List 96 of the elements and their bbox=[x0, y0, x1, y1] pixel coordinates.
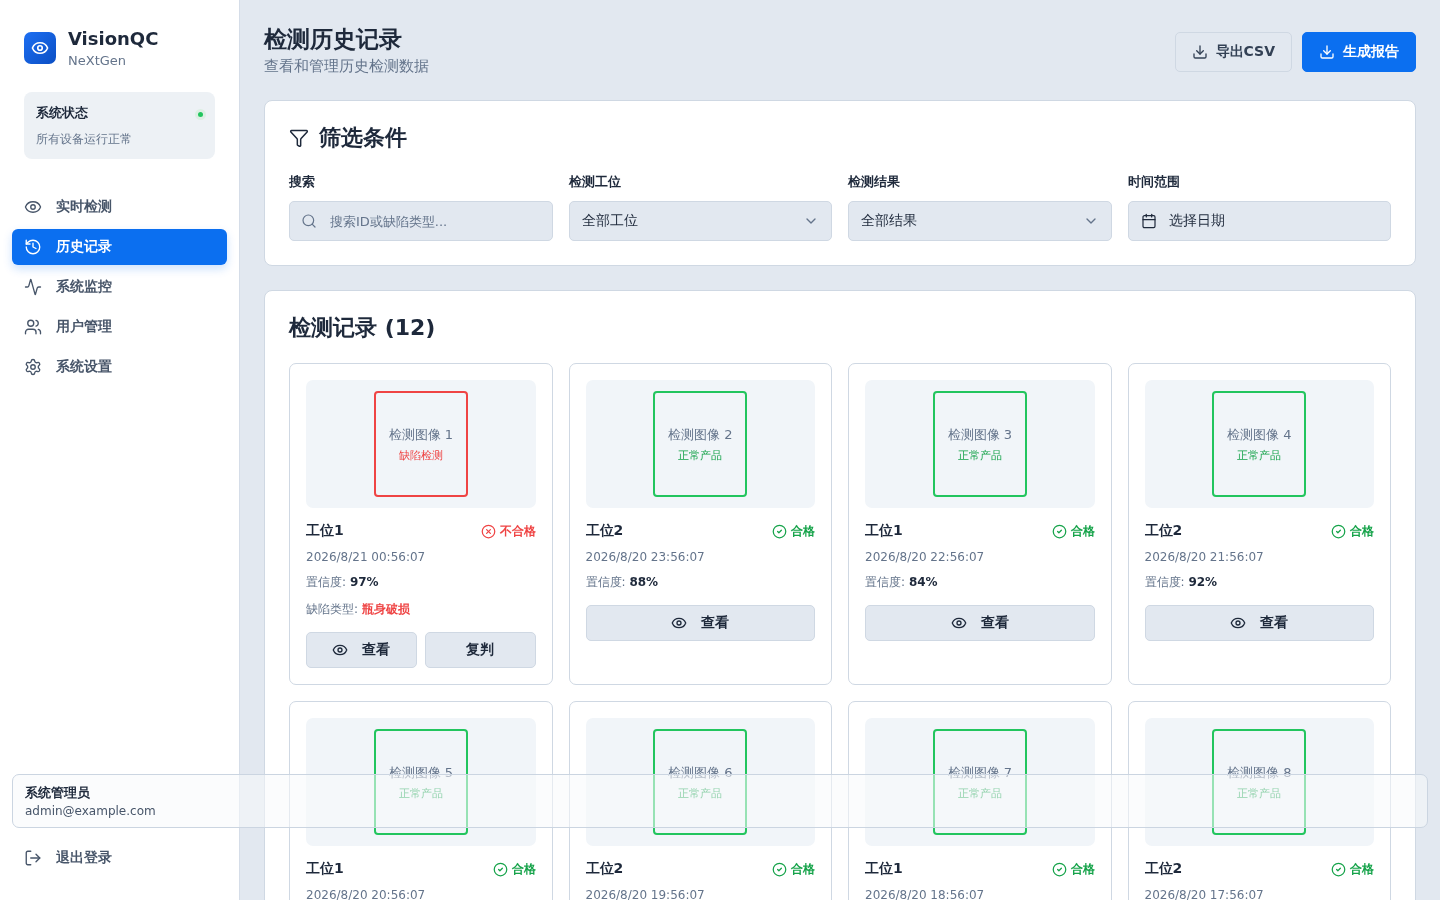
select-field[interactable]: 全部结果 bbox=[848, 201, 1112, 241]
station-name: 工位2 bbox=[1144, 860, 1183, 878]
logout-icon bbox=[24, 849, 42, 867]
image-label: 检测图像 4 bbox=[1227, 425, 1292, 444]
record-time: 2026/8/20 20:56:07 bbox=[306, 888, 427, 900]
image-tag: 正常产品 bbox=[1237, 447, 1282, 463]
image-tag: 缺陷检测 bbox=[398, 447, 443, 463]
view-button[interactable]: 查看 bbox=[865, 605, 1095, 641]
result-label: 合格 bbox=[1051, 522, 1095, 540]
record-time: 2026/8/20 21:56:07 bbox=[1144, 550, 1265, 564]
record-time: 2026/8/20 19:56:07 bbox=[585, 888, 706, 900]
page-title: 检测历史记录 bbox=[264, 25, 403, 54]
field-label: 检测工位 bbox=[568, 173, 622, 191]
search-icon bbox=[301, 213, 317, 229]
eye-icon bbox=[671, 615, 688, 631]
brand-subtitle: NeXtGen bbox=[68, 53, 128, 68]
eye-icon bbox=[1230, 615, 1247, 631]
station-name: 工位1 bbox=[306, 860, 344, 878]
field-label: 搜索 bbox=[289, 173, 316, 191]
check-icon bbox=[492, 861, 508, 877]
station-name: 工位1 bbox=[306, 522, 344, 540]
station-name: 工位2 bbox=[585, 522, 624, 540]
report-button[interactable]: 生成报告 bbox=[1302, 32, 1416, 72]
pulse-icon bbox=[24, 278, 42, 296]
station-name: 工位1 bbox=[865, 860, 903, 878]
record-time: 2026/8/20 17:56:07 bbox=[1144, 888, 1265, 900]
record-time: 2026/8/20 23:56:07 bbox=[585, 550, 706, 564]
check-icon bbox=[772, 523, 787, 539]
user-email: admin@example.com bbox=[25, 804, 156, 818]
station-name: 工位2 bbox=[1144, 522, 1183, 540]
confidence-text: 置信度: 88% bbox=[585, 574, 660, 591]
result-label: 合格 bbox=[1331, 860, 1374, 878]
result-label: 不合格 bbox=[480, 522, 536, 540]
check-icon bbox=[1051, 523, 1067, 539]
confidence-text: 置信度: 97% bbox=[306, 574, 380, 591]
export-button[interactable]: 导出CSV bbox=[1174, 32, 1292, 72]
x-circle-icon bbox=[480, 523, 496, 539]
station-name: 工位2 bbox=[585, 860, 624, 878]
image-tag: 正常产品 bbox=[678, 785, 723, 801]
view-button[interactable]: 查看 bbox=[1144, 605, 1374, 641]
brand-name: VisionQC bbox=[68, 28, 159, 49]
eye-icon bbox=[950, 615, 967, 631]
image-label: 检测图像 1 bbox=[388, 425, 453, 444]
image-label: 检测图像 2 bbox=[668, 425, 733, 444]
download-icon bbox=[1191, 44, 1208, 60]
panel-title: 筛选条件 bbox=[319, 124, 407, 152]
logout-link[interactable]: 退出登录 bbox=[12, 840, 227, 876]
field-label: 检测结果 bbox=[848, 173, 901, 191]
date-picker[interactable]: 选择日期 bbox=[1127, 201, 1391, 241]
users-icon bbox=[24, 318, 42, 336]
nav-item[interactable]: 系统设置 bbox=[12, 349, 227, 385]
confidence-text: 置信度: 92% bbox=[1144, 574, 1219, 591]
settings-icon bbox=[24, 358, 42, 376]
result-label: 合格 bbox=[1331, 522, 1374, 540]
image-tag: 正常产品 bbox=[957, 785, 1002, 801]
image-tag: 正常产品 bbox=[957, 447, 1002, 463]
check-icon bbox=[1051, 861, 1067, 877]
defect-text: 缺陷类型: 瓶身破损 bbox=[306, 601, 411, 618]
result-label: 合格 bbox=[772, 860, 815, 878]
eye-icon bbox=[24, 198, 42, 216]
calendar-icon bbox=[1140, 213, 1157, 229]
download-icon bbox=[1319, 44, 1335, 60]
station-name: 工位1 bbox=[865, 522, 903, 540]
result-label: 合格 bbox=[772, 522, 815, 540]
review-button[interactable]: 复判 bbox=[424, 632, 536, 668]
filter-icon bbox=[289, 128, 309, 148]
image-tag: 正常产品 bbox=[678, 447, 723, 463]
image-label: 检测图像 3 bbox=[947, 425, 1012, 444]
page-subtitle: 查看和管理历史检测数据 bbox=[264, 57, 429, 76]
select-field[interactable]: 全部工位 bbox=[568, 201, 832, 241]
panel-title: 检测记录 (12) bbox=[289, 314, 436, 342]
record-time: 2026/8/20 22:56:07 bbox=[865, 550, 986, 564]
user-name: 系统管理员 bbox=[25, 784, 90, 802]
confidence-text: 置信度: 84% bbox=[865, 574, 939, 591]
field-label: 时间范围 bbox=[1127, 173, 1181, 191]
check-icon bbox=[1331, 523, 1346, 539]
nav-item[interactable]: 系统监控 bbox=[12, 269, 227, 305]
view-button[interactable]: 查看 bbox=[585, 605, 815, 641]
record-time: 2026/8/21 00:56:07 bbox=[306, 550, 427, 564]
result-label: 合格 bbox=[492, 860, 536, 878]
result-label: 合格 bbox=[1051, 860, 1095, 878]
status-title: 系统状态 bbox=[36, 104, 89, 122]
history-icon bbox=[24, 238, 42, 256]
image-tag: 正常产品 bbox=[398, 785, 443, 801]
status-message: 所有设备运行正常 bbox=[36, 132, 133, 147]
nav-item[interactable]: 实时检测 bbox=[12, 189, 227, 225]
image-tag: 正常产品 bbox=[1237, 785, 1282, 801]
search-field[interactable]: 搜索ID或缺陷类型... bbox=[289, 201, 553, 241]
nav-item[interactable]: 用户管理 bbox=[12, 309, 227, 345]
view-button[interactable]: 查看 bbox=[306, 632, 417, 668]
eye-icon bbox=[332, 642, 349, 658]
check-icon bbox=[772, 861, 787, 877]
nav-item[interactable]: 历史记录 bbox=[12, 229, 227, 265]
logo-icon bbox=[24, 32, 56, 64]
check-icon bbox=[1331, 861, 1346, 877]
record-time: 2026/8/20 18:56:07 bbox=[865, 888, 986, 900]
